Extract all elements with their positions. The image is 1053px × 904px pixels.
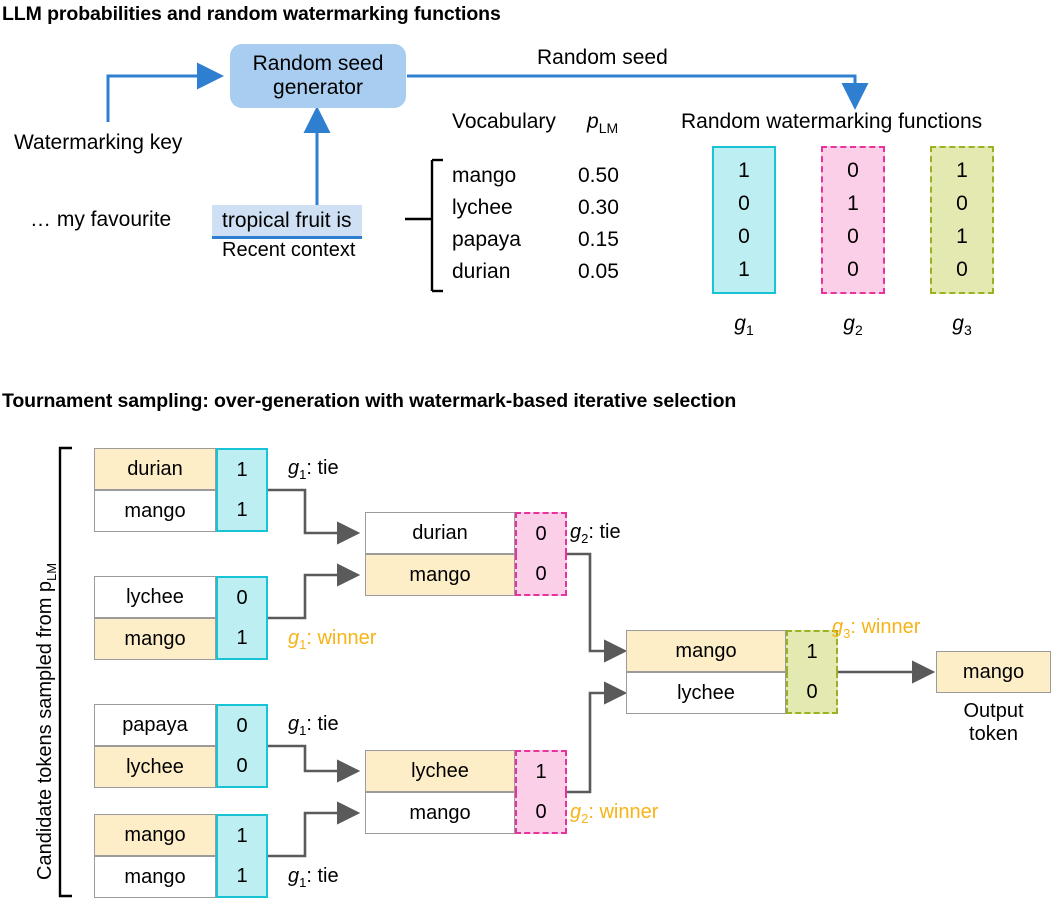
table-row: lychee 0 (94, 746, 268, 788)
table-row: mango 1 (94, 618, 268, 660)
g1-bit-cell: 1 (216, 856, 268, 898)
table-row: durian 0 (365, 512, 567, 554)
table-row: mango 1 (94, 814, 268, 856)
round2-pair-1: durian 0 mango 0 (365, 512, 567, 596)
candidate-token: mango (94, 490, 216, 532)
g1-bit-cell: 1 (216, 448, 268, 490)
round1-pair-2-result: g1: winner (288, 627, 377, 652)
table-row: mango 0 (365, 554, 567, 596)
candidate-token: durian (365, 512, 515, 554)
candidate-token: papaya (94, 704, 216, 746)
round1-pair-3-result: g1: tie (288, 713, 339, 738)
candidate-token: mango (94, 814, 216, 856)
g1-bit-cell: 0 (216, 704, 268, 746)
g1-bit-cell: 0 (216, 576, 268, 618)
candidate-token: durian (94, 448, 216, 490)
round1-pair-4-result: g1: tie (288, 865, 339, 890)
table-row: mango 1 (94, 856, 268, 898)
round2-pair-1-result: g2: tie (570, 521, 621, 546)
candidate-token: lychee (365, 750, 515, 792)
round1-pair-3: papaya 0 lychee 0 (94, 704, 268, 788)
candidate-token: mango (626, 630, 786, 672)
round2-pair-2: lychee 1 mango 0 (365, 750, 567, 834)
candidate-token: mango (365, 792, 515, 834)
table-row: lychee 1 (365, 750, 567, 792)
round1-pair-4: mango 1 mango 1 (94, 814, 268, 898)
table-row: lychee 0 (94, 576, 268, 618)
g2-bit-cell: 0 (515, 554, 567, 596)
output-token-caption: Output token (963, 700, 1024, 745)
round3-result: g3: winner (832, 616, 921, 641)
table-row: mango 0 (365, 792, 567, 834)
round1-pair-1-result: g1: tie (288, 457, 339, 482)
table-row: durian 1 (94, 448, 268, 490)
g2-bit-cell: 0 (515, 792, 567, 834)
candidate-token: lychee (94, 576, 216, 618)
candidate-token: mango (94, 856, 216, 898)
round3-pair: mango 1 lychee 0 (626, 630, 838, 714)
g3-bit-cell: 1 (786, 630, 838, 672)
g2-bit-cell: 0 (515, 512, 567, 554)
candidate-token: lychee (94, 746, 216, 788)
g1-bit-cell: 1 (216, 618, 268, 660)
round2-pair-2-result: g2: winner (570, 801, 659, 826)
table-row: papaya 0 (94, 704, 268, 746)
candidate-token: mango (365, 554, 515, 596)
g1-bit-cell: 0 (216, 746, 268, 788)
candidate-token: lychee (626, 672, 786, 714)
candidate-token: mango (94, 618, 216, 660)
table-row: mango 1 (626, 630, 838, 672)
g3-bit-cell: 0 (786, 672, 838, 714)
g2-bit-cell: 1 (515, 750, 567, 792)
g1-bit-cell: 1 (216, 490, 268, 532)
table-row: mango 1 (94, 490, 268, 532)
output-token-box: mango (936, 651, 1051, 693)
round1-pair-1: durian 1 mango 1 (94, 448, 268, 532)
round1-pair-2: lychee 0 mango 1 (94, 576, 268, 660)
table-row: lychee 0 (626, 672, 838, 714)
g1-bit-cell: 1 (216, 814, 268, 856)
